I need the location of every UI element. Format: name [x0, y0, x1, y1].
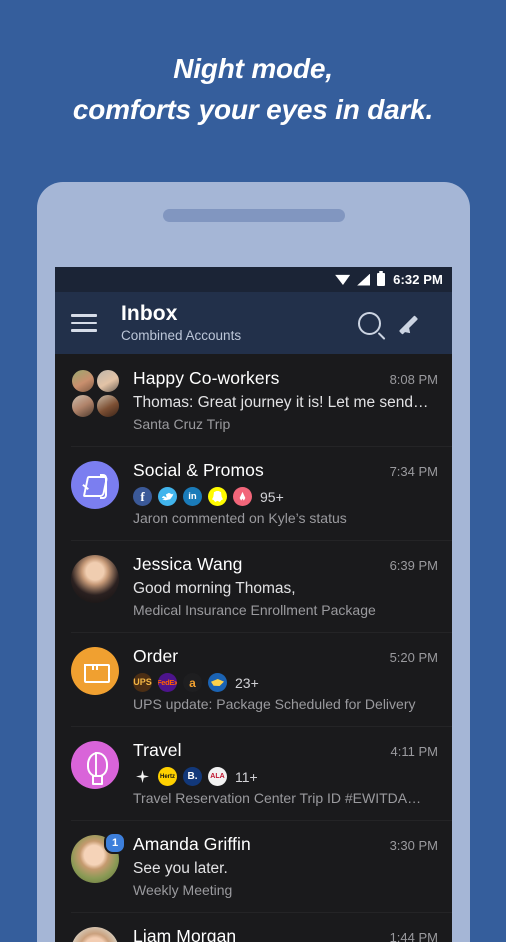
message-header: Jessica Wang 6:39 PM — [133, 553, 438, 577]
avatar-wrapper[interactable] — [71, 739, 127, 808]
message-header: Happy Co-workers 8:08 PM — [133, 367, 438, 391]
app-bar-titles: Inbox Combined Accounts — [121, 302, 346, 345]
snapchat-icon[interactable] — [208, 487, 227, 506]
message-time: 1:44 PM — [389, 930, 438, 942]
message-row[interactable]: Happy Co-workers 8:08 PM Thomas: Great jou… — [55, 354, 452, 446]
page-subtitle: Combined Accounts — [121, 327, 242, 343]
message-time: 6:39 PM — [389, 558, 438, 573]
avatar-wrapper[interactable] — [71, 925, 127, 942]
message-header: Travel 4:11 PM — [133, 739, 438, 763]
page-title: Inbox — [121, 301, 178, 325]
facebook-icon[interactable]: f — [133, 487, 152, 506]
message-content: Liam Morgan 1:44 PM — [127, 925, 438, 942]
headline-line-2: comforts your eyes in dark. — [72, 94, 434, 125]
message-header: Liam Morgan 1:44 PM — [133, 925, 438, 942]
message-time: 4:11 PM — [390, 744, 438, 759]
message-time: 5:20 PM — [389, 650, 438, 665]
message-subject: UPS update: Package Scheduled for Delive… — [133, 696, 416, 712]
message-header: Social & Promos 7:34 PM — [133, 459, 438, 483]
hot-air-balloon-icon — [71, 741, 119, 789]
compass-star-icon[interactable] — [133, 767, 152, 786]
message-row[interactable]: Travel 4:11 PM Hertz B. ALA 11+ Travel Reserva… — [55, 726, 452, 820]
compose-button[interactable] — [392, 311, 438, 336]
chip-overflow-count: 95+ — [260, 488, 284, 505]
message-content: Order 5:20 PM UPS FedEx a 23+ UPS update: Pack… — [127, 645, 438, 714]
headline-line-1: Night mode, — [173, 53, 333, 84]
megaphone-icon — [71, 461, 119, 509]
avatar-group — [71, 369, 121, 419]
message-row[interactable]: Liam Morgan 1:44 PM — [55, 912, 452, 942]
message-header: Order 5:20 PM — [133, 645, 438, 669]
brand-chip-list: f in 95+ — [133, 487, 438, 506]
message-subject: Weekly Meeting — [133, 882, 233, 898]
compose-pencil-icon — [398, 311, 427, 336]
message-sender: Jessica Wang — [133, 554, 243, 574]
message-time: 7:34 PM — [389, 464, 438, 479]
twitter-icon[interactable] — [158, 487, 177, 506]
message-row[interactable]: Social & Promos 7:34 PM f in 95+ Jaron commen… — [55, 446, 452, 540]
message-row[interactable]: Order 5:20 PM UPS FedEx a 23+ UPS update: Pack… — [55, 632, 452, 726]
message-sender: Amanda Griffin — [133, 834, 251, 854]
app-bar: Inbox Combined Accounts — [55, 292, 452, 354]
avatar-wrapper[interactable]: 1 — [71, 832, 127, 900]
phone-screen: 6:32 PM Inbox Combined Accounts Happy Co… — [55, 267, 452, 942]
message-preview: Good morning Thomas, — [133, 580, 296, 597]
avatar-wrapper[interactable] — [71, 459, 127, 528]
message-row[interactable]: 1 Amanda Griffin 3:30 PM See you later. Week… — [55, 820, 452, 912]
avatar — [71, 927, 119, 942]
amazon-icon[interactable]: a — [183, 673, 202, 692]
search-button[interactable] — [346, 311, 392, 335]
package-box-icon — [71, 647, 119, 695]
message-content: Happy Co-workers 8:08 PM Thomas: Great jou… — [127, 367, 438, 434]
message-subject: Travel Reservation Center Trip ID #EWITD… — [133, 790, 422, 806]
status-bar-clock: 6:32 PM — [393, 272, 443, 287]
avatar-wrapper[interactable] — [71, 645, 127, 714]
airline-icon[interactable]: ALA — [208, 767, 227, 786]
message-sender: Social & Promos — [133, 460, 264, 480]
avatar-wrapper[interactable] — [71, 367, 127, 434]
avatar-wrapper[interactable] — [71, 553, 127, 620]
message-content: Jessica Wang 6:39 PM Good morning Thomas, M… — [127, 553, 438, 620]
message-content: Travel 4:11 PM Hertz B. ALA 11+ Travel Reserva… — [127, 739, 438, 808]
promo-headline: Night mode, comforts your eyes in dark. — [0, 48, 506, 130]
ups-icon[interactable]: UPS — [133, 673, 152, 692]
brand-chip-list: UPS FedEx a 23+ — [133, 673, 438, 692]
message-sender: Order — [133, 646, 179, 666]
signal-icon — [357, 273, 371, 286]
status-bar: 6:32 PM — [55, 267, 452, 292]
search-icon — [357, 311, 381, 335]
fedex-icon[interactable]: FedEx — [158, 673, 177, 692]
message-content: Social & Promos 7:34 PM f in 95+ Jaron commen… — [127, 459, 438, 528]
message-sender: Happy Co-workers — [133, 368, 280, 388]
message-content: Amanda Griffin 3:30 PM See you later. Weekl… — [127, 833, 438, 900]
message-time: 3:30 PM — [389, 838, 438, 853]
hertz-icon[interactable]: Hertz — [158, 767, 177, 786]
message-preview: See you later. — [133, 860, 228, 877]
chip-overflow-count: 23+ — [235, 674, 259, 691]
message-subject: Jaron commented on Kyle’s status — [133, 510, 347, 526]
phone-speaker — [162, 209, 345, 222]
message-sender: Liam Morgan — [133, 926, 237, 942]
status-bar-icons — [335, 271, 386, 286]
battery-icon — [377, 271, 386, 286]
booking-icon[interactable]: B. — [183, 767, 202, 786]
chip-overflow-count: 11+ — [235, 768, 258, 785]
message-list: Happy Co-workers 8:08 PM Thomas: Great jou… — [55, 354, 452, 942]
linkedin-icon[interactable]: in — [183, 487, 202, 506]
phone-mockup: 6:32 PM Inbox Combined Accounts Happy Co… — [37, 182, 470, 942]
hamburger-menu-icon[interactable] — [71, 314, 97, 332]
message-time: 8:08 PM — [389, 372, 438, 387]
brand-chip-list: Hertz B. ALA 11+ — [133, 767, 438, 786]
shipping-icon[interactable] — [208, 673, 227, 692]
message-preview: Thomas: Great journey it is! Let me send… — [133, 394, 429, 411]
message-header: Amanda Griffin 3:30 PM — [133, 833, 438, 857]
message-sender: Travel — [133, 740, 182, 760]
message-subject: Santa Cruz Trip — [133, 416, 231, 432]
unread-badge: 1 — [104, 832, 126, 854]
message-row[interactable]: Jessica Wang 6:39 PM Good morning Thomas, M… — [55, 540, 452, 632]
message-subject: Medical Insurance Enrollment Package — [133, 602, 376, 618]
wifi-icon — [335, 274, 351, 285]
avatar — [71, 555, 119, 603]
airbnb-icon[interactable] — [233, 487, 252, 506]
